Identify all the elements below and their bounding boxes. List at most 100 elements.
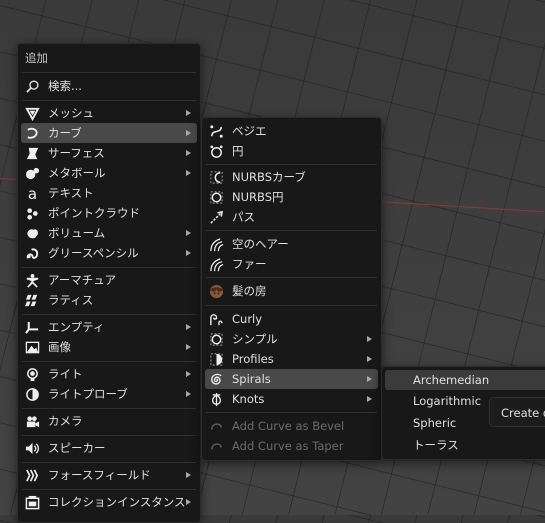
menu-item-label: アーマチュア bbox=[48, 273, 117, 287]
add-menu: 追加 検索... メッシュ カーブ サーフェス メタボール a テキスト ポイン… bbox=[17, 43, 201, 523]
menu-item-label: サーフェス bbox=[48, 146, 105, 160]
menu-item-empty-hair[interactable]: 空のヘアー bbox=[205, 234, 378, 254]
menu-item-circle[interactable]: 円 bbox=[205, 141, 378, 161]
light-probe-icon bbox=[24, 386, 40, 402]
separator bbox=[206, 164, 377, 165]
menu-item-label: ベジエ bbox=[232, 124, 267, 138]
menu-item-label: 空のヘアー bbox=[232, 237, 289, 251]
taper-icon bbox=[208, 438, 224, 454]
submenu-arrow-icon bbox=[186, 130, 191, 136]
separator bbox=[22, 462, 196, 463]
simple-icon bbox=[208, 331, 224, 347]
force-field-icon bbox=[24, 467, 40, 483]
menu-item-label: メッシュ bbox=[48, 106, 94, 120]
grease-pencil-icon bbox=[24, 245, 40, 261]
menu-item-knots[interactable]: Knots bbox=[205, 389, 378, 409]
menu-item-label: Spirals bbox=[232, 372, 271, 386]
menu-item-label: エンプティ bbox=[48, 320, 105, 334]
separator bbox=[22, 489, 196, 490]
menu-item-label: Profiles bbox=[232, 352, 274, 366]
armature-icon bbox=[24, 272, 40, 288]
menu-item-surface[interactable]: サーフェス bbox=[21, 143, 197, 163]
menu-item-lattice[interactable]: ラティス bbox=[21, 290, 197, 310]
metaball-icon bbox=[24, 165, 40, 181]
menu-item-bezier[interactable]: ベジエ bbox=[205, 121, 378, 141]
menu-item-profiles[interactable]: Profiles bbox=[205, 349, 378, 369]
menu-item-spirals[interactable]: Spirals bbox=[205, 369, 378, 389]
menu-item-label: 画像 bbox=[48, 340, 71, 354]
menu-item-fur[interactable]: ファー bbox=[205, 254, 378, 274]
menu-item-collection-instance[interactable]: コレクションインスタンス bbox=[21, 492, 197, 512]
separator bbox=[22, 314, 196, 315]
menu-item-path[interactable]: パス bbox=[205, 207, 378, 227]
menu-item-label: NURBS円 bbox=[232, 190, 284, 204]
speaker-icon bbox=[24, 440, 40, 456]
menu-item-curly[interactable]: Curly bbox=[205, 309, 378, 329]
submenu-arrow-icon bbox=[186, 472, 191, 478]
menu-item-label: フォースフィールド bbox=[48, 468, 151, 482]
menu-item-torus[interactable]: トーラス bbox=[385, 435, 545, 455]
submenu-arrow-icon bbox=[186, 230, 191, 236]
submenu-arrow-icon bbox=[367, 336, 372, 342]
bezier-circle-icon bbox=[208, 143, 224, 159]
menu-item-label: グリースペンシル bbox=[48, 246, 139, 260]
menu-item-grease-pencil[interactable]: グリースペンシル bbox=[21, 243, 197, 263]
menu-item-nurbs-circle[interactable]: NURBS円 bbox=[205, 187, 378, 207]
knots-icon bbox=[208, 391, 224, 407]
submenu-arrow-icon bbox=[186, 250, 191, 256]
menu-item-label: スピーカー bbox=[48, 441, 106, 455]
submenu-arrow-icon bbox=[186, 324, 191, 330]
bezier-icon bbox=[208, 123, 224, 139]
fur-icon bbox=[208, 256, 224, 272]
menu-item-label: Curly bbox=[232, 312, 263, 326]
menu-item-light-probe[interactable]: ライトプローブ bbox=[21, 384, 197, 404]
menu-title: 追加 bbox=[25, 51, 48, 65]
menu-item-image[interactable]: 画像 bbox=[21, 337, 197, 357]
menu-item-add-curve-as-bevel: Add Curve as Bevel bbox=[205, 416, 378, 436]
submenu-arrow-icon bbox=[367, 396, 372, 402]
separator bbox=[206, 305, 377, 306]
menu-item-curve[interactable]: カーブ bbox=[21, 123, 197, 143]
menu-item-label: ライト bbox=[48, 367, 83, 381]
menu-item-force-field[interactable]: フォースフィールド bbox=[21, 465, 197, 485]
submenu-arrow-icon bbox=[186, 170, 191, 176]
separator bbox=[206, 412, 377, 413]
submenu-arrow-icon bbox=[367, 376, 372, 382]
collection-instance-icon bbox=[24, 494, 40, 510]
menu-item-label: 円 bbox=[232, 144, 244, 158]
menu-item-label: Add Curve as Bevel bbox=[232, 419, 345, 433]
bevel-icon bbox=[208, 418, 224, 434]
menu-item-simple[interactable]: シンプル bbox=[205, 329, 378, 349]
submenu-arrow-icon bbox=[186, 110, 191, 116]
profiles-icon bbox=[208, 351, 224, 367]
menu-item-text[interactable]: a テキスト bbox=[21, 183, 197, 203]
menu-item-metaball[interactable]: メタボール bbox=[21, 163, 197, 183]
menu-item-label: NURBSカーブ bbox=[232, 170, 306, 184]
submenu-arrow-icon bbox=[186, 371, 191, 377]
menu-item-camera[interactable]: カメラ bbox=[21, 411, 197, 431]
nurbs-circle-icon bbox=[208, 189, 224, 205]
menu-item-label: パス bbox=[232, 210, 255, 224]
menu-item-armature[interactable]: アーマチュア bbox=[21, 270, 197, 290]
submenu-arrow-icon bbox=[186, 344, 191, 350]
menu-item-speaker[interactable]: スピーカー bbox=[21, 438, 197, 458]
search-item[interactable]: 検索... bbox=[21, 76, 197, 96]
menu-item-volume[interactable]: ボリューム bbox=[21, 223, 197, 243]
surface-icon bbox=[24, 145, 40, 161]
menu-item-light[interactable]: ライト bbox=[21, 364, 197, 384]
separator bbox=[22, 408, 196, 409]
menu-item-archemedian[interactable]: Archemedian bbox=[385, 370, 545, 390]
menu-item-label: ラティス bbox=[48, 293, 94, 307]
menu-item-label: ポイントクラウド bbox=[48, 206, 140, 220]
menu-item-hair-tuft[interactable]: 髪の房 bbox=[205, 281, 378, 301]
menu-item-empty[interactable]: エンプティ bbox=[21, 317, 197, 337]
menu-item-label: シンプル bbox=[232, 332, 278, 346]
menu-item-label: メタボール bbox=[48, 166, 106, 180]
empty-hair-icon bbox=[208, 236, 224, 252]
path-icon bbox=[208, 209, 224, 225]
separator bbox=[22, 267, 196, 268]
menu-item-nurbs-curve[interactable]: NURBSカーブ bbox=[205, 167, 378, 187]
menu-item-label: テキスト bbox=[48, 186, 94, 200]
menu-item-mesh[interactable]: メッシュ bbox=[21, 103, 197, 123]
menu-item-pointcloud[interactable]: ポイントクラウド bbox=[21, 203, 197, 223]
